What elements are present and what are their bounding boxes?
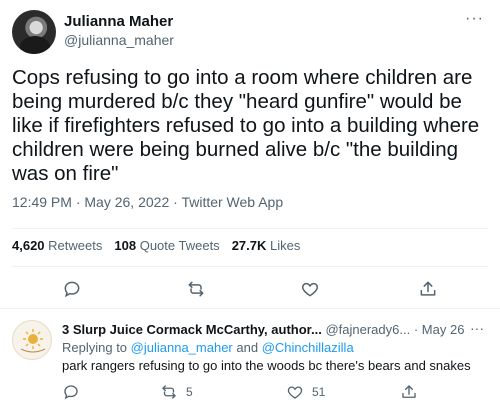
reply-icon — [64, 281, 80, 298]
author-name[interactable]: Julianna Maher — [64, 13, 173, 30]
reply-author-name[interactable]: 3 Slurp Juice Cormack McCarthy, author..… — [62, 322, 322, 337]
tweet-meta: 12:49 PM · May 26, 2022 · Twitter Web Ap… — [12, 194, 283, 210]
reply-header: 3 Slurp Juice Cormack McCarthy, author..… — [62, 322, 492, 337]
tweet-source[interactable]: Twitter Web App — [181, 194, 283, 210]
like-icon — [287, 386, 303, 399]
retweets-label: Retweets — [48, 238, 103, 253]
retweets-stat[interactable]: 4,620 Retweets — [12, 238, 102, 253]
retweet-icon — [188, 281, 204, 297]
like-button[interactable] — [298, 277, 322, 301]
divider — [0, 308, 500, 309]
tweet-text: Cops refusing to go into a room where ch… — [12, 66, 485, 185]
likes-label: Likes — [270, 238, 301, 253]
divider — [12, 228, 488, 229]
replying-to: Replying to @julianna_maher and @Chinchi… — [62, 340, 354, 355]
likes-stat[interactable]: 27.7K Likes — [232, 238, 301, 253]
reply-icon — [64, 385, 78, 400]
like-count: 51 — [312, 385, 326, 399]
retweet-icon — [162, 385, 176, 399]
reply-button[interactable] — [62, 382, 80, 402]
more-icon[interactable]: ··· — [465, 10, 484, 28]
reply-actions: 5 51 — [0, 382, 500, 402]
reply-tweet[interactable]: 3 Slurp Juice Cormack McCarthy, author..… — [0, 312, 500, 408]
quotes-stat[interactable]: 108 Quote Tweets — [114, 238, 219, 253]
tweet-actions — [0, 277, 500, 301]
reply-date[interactable]: May 26 — [422, 322, 465, 337]
reply-author-handle[interactable]: @fajneradу6... — [325, 322, 410, 337]
likes-count: 27.7K — [231, 238, 267, 253]
tweet-date[interactable]: May 26, 2022 — [84, 194, 169, 210]
retweet-button[interactable] — [184, 277, 208, 301]
replying-and: and — [236, 340, 259, 355]
tweet-stats: 4,620 Retweets 108 Quote Tweets 27.7K Li… — [12, 238, 300, 253]
retweets-count: 4,620 — [12, 238, 45, 253]
sun-logo-icon — [20, 329, 46, 353]
more-icon[interactable]: ··· — [470, 320, 484, 336]
quotes-label: Quote Tweets — [139, 238, 220, 253]
retweet-count: 5 — [186, 385, 193, 399]
divider — [12, 266, 488, 267]
replying-user-link[interactable]: @julianna_maher — [131, 340, 233, 355]
retweet-button[interactable]: 5 — [160, 382, 193, 402]
share-icon — [402, 385, 416, 398]
reply-button[interactable] — [60, 277, 84, 301]
avatar[interactable] — [12, 320, 52, 360]
quotes-count: 108 — [114, 238, 137, 253]
share-button[interactable] — [416, 277, 440, 301]
author-handle[interactable]: @julianna_maher — [64, 32, 174, 48]
share-icon — [420, 281, 436, 296]
share-button[interactable] — [400, 382, 418, 402]
reply-separator: · — [413, 322, 422, 337]
like-button[interactable]: 51 — [286, 382, 325, 402]
like-icon — [301, 282, 319, 297]
replying-prefix: Replying to — [62, 340, 128, 355]
tweet-time[interactable]: 12:49 PM — [12, 194, 72, 210]
reply-text: park rangers refusing to go into the woo… — [62, 358, 471, 373]
avatar[interactable] — [12, 10, 56, 54]
replying-user-link[interactable]: @Chinchillazilla — [262, 340, 354, 355]
